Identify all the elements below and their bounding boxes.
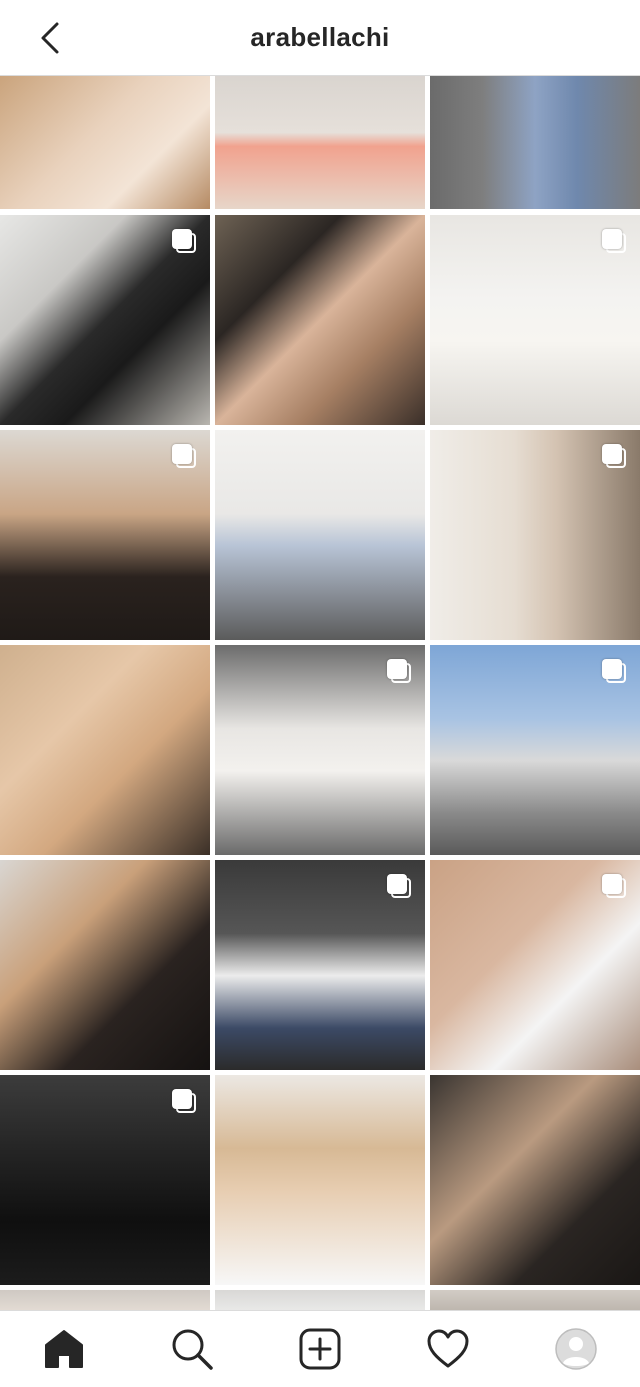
photo-tile[interactable]	[430, 645, 640, 855]
photo-tile[interactable]	[215, 1290, 425, 1310]
back-button[interactable]	[30, 18, 70, 58]
multiple-photos-icon	[172, 1089, 198, 1115]
heart-icon	[427, 1329, 469, 1368]
multiple-photos-icon	[602, 659, 628, 685]
home-icon	[45, 1330, 83, 1368]
photo-tile[interactable]	[0, 1290, 210, 1310]
multiple-photos-icon	[387, 659, 413, 685]
tab-profile[interactable]	[544, 1317, 608, 1381]
photo-tile[interactable]	[0, 215, 210, 425]
photo-tile[interactable]	[430, 215, 640, 425]
bottom-tab-bar	[0, 1310, 640, 1387]
tab-activity[interactable]	[416, 1317, 480, 1381]
chevron-left-icon	[41, 22, 59, 54]
photo-tile[interactable]	[430, 860, 640, 1070]
photo-tile[interactable]	[215, 430, 425, 640]
photo-tile[interactable]	[215, 860, 425, 1070]
photo-tile[interactable]	[430, 430, 640, 640]
photo-tile[interactable]	[0, 645, 210, 855]
search-icon	[172, 1329, 213, 1370]
multiple-photos-icon	[387, 874, 413, 900]
tab-home[interactable]	[32, 1317, 96, 1381]
profile-avatar-icon	[555, 1328, 597, 1370]
photo-tile[interactable]	[215, 645, 425, 855]
tab-new-post[interactable]	[288, 1317, 352, 1381]
photo-tile[interactable]	[0, 1075, 210, 1285]
tab-search[interactable]	[160, 1317, 224, 1381]
multiple-photos-icon	[602, 874, 628, 900]
multiple-photos-icon	[172, 444, 198, 470]
photo-tile[interactable]	[0, 76, 210, 209]
profile-header: arabellachi	[0, 0, 640, 76]
photo-tile[interactable]	[430, 1075, 640, 1285]
multiple-photos-icon	[602, 444, 628, 470]
profile-username: arabellachi	[250, 22, 390, 52]
photo-grid	[0, 76, 640, 1310]
add-post-icon	[299, 1328, 341, 1370]
photo-tile[interactable]	[215, 215, 425, 425]
photo-tile[interactable]	[430, 76, 640, 209]
photo-tile[interactable]	[0, 860, 210, 1070]
photo-tile[interactable]	[430, 1290, 640, 1310]
multiple-photos-icon	[172, 229, 198, 255]
photo-tile[interactable]	[215, 1075, 425, 1285]
photo-tile[interactable]	[0, 430, 210, 640]
multiple-photos-icon	[602, 229, 628, 255]
photo-tile[interactable]	[215, 76, 425, 209]
